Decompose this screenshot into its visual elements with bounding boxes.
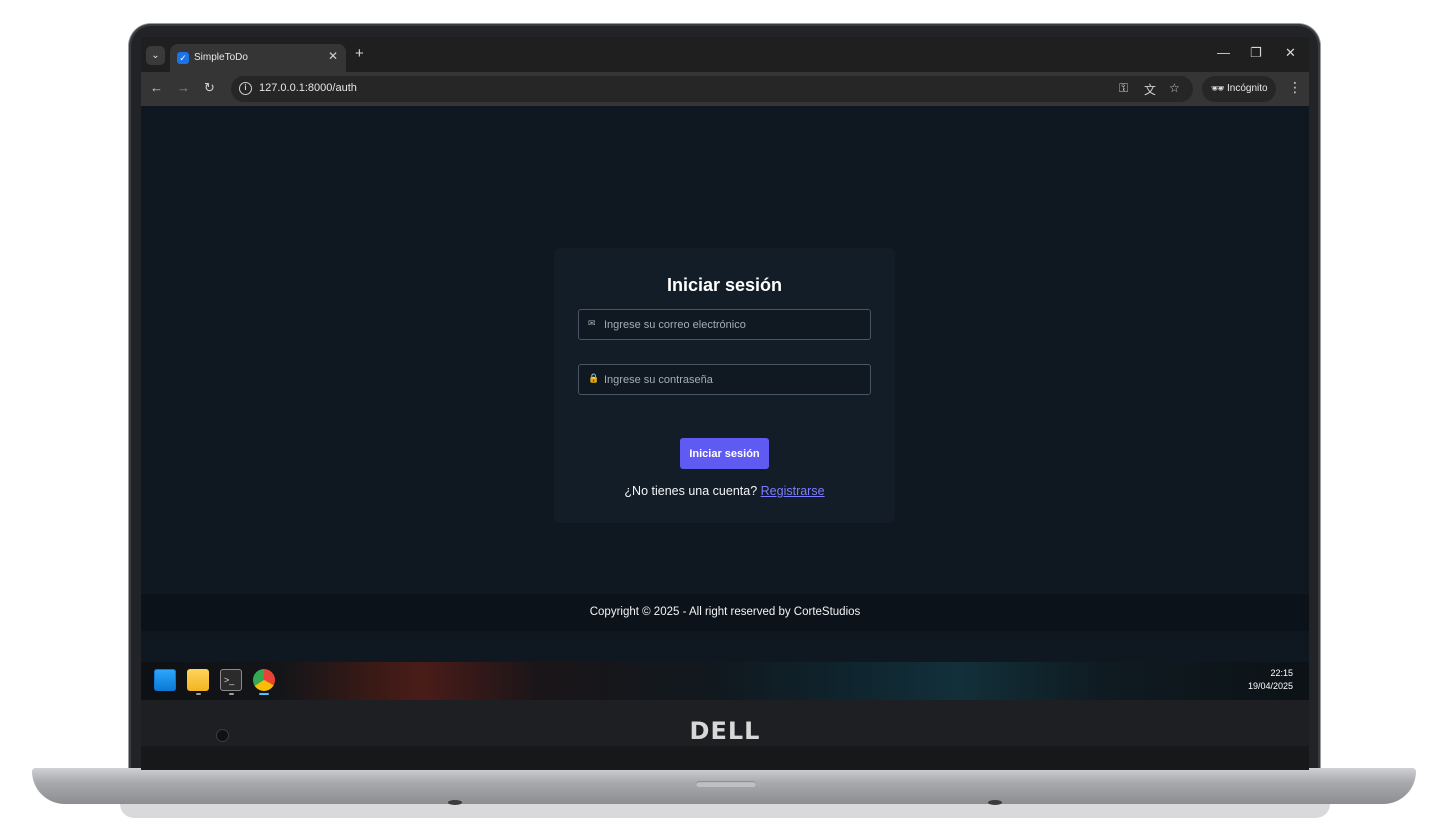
tab-simpletodo[interactable]: ✓ SimpleToDo ✕ — [170, 44, 346, 72]
file-explorer-icon[interactable] — [187, 669, 209, 691]
incognito-profile-button[interactable]: 🕶 Incógnito — [1202, 76, 1276, 102]
running-indicator — [229, 693, 234, 695]
bookmark-star-icon[interactable]: ☆ — [1169, 81, 1180, 95]
dell-logo: DELL — [689, 717, 761, 745]
minimize-icon[interactable]: — — [1217, 45, 1230, 60]
clock-time[interactable]: 22:15 — [1270, 668, 1293, 678]
screen: ⌄ ✓ SimpleToDo ✕ + — ❐ ✕ ← → ↻ i 127.0.0… — [141, 37, 1309, 700]
close-window-icon[interactable]: ✕ — [1285, 45, 1296, 61]
running-indicator — [196, 693, 201, 695]
page-footer: Copyright © 2025 - All right reserved by… — [141, 594, 1309, 631]
tab-search-chevron-icon[interactable]: ⌄ — [146, 46, 165, 65]
screen-bezel-lower — [141, 746, 1309, 770]
clock-date[interactable]: 19/04/2025 — [1248, 681, 1293, 691]
login-button[interactable]: Iniciar sesión — [680, 438, 769, 469]
laptop-base-shadow — [120, 804, 1330, 818]
checkbox-favicon-icon: ✓ — [177, 52, 189, 64]
address-bar[interactable]: i 127.0.0.1:8000/auth ⚿ 文 ☆ — [231, 76, 1193, 102]
page-content: Iniciar sesión ✉ 🔒 Iniciar sesión ¿No ti… — [141, 106, 1309, 662]
password-key-icon[interactable]: ⚿ — [1119, 81, 1128, 96]
site-info-icon[interactable]: i — [239, 82, 252, 95]
login-title: Iniciar sesión — [666, 275, 783, 295]
footer-copyright: Copyright © 2025 - All right reserved by… — [589, 606, 861, 618]
taskbar: >_ 22:15 19/04/2025 — [141, 662, 1309, 700]
active-indicator — [259, 693, 269, 695]
register-prompt: ¿No tienes una cuenta? — [624, 484, 758, 498]
back-icon[interactable]: ← — [150, 80, 163, 95]
password-input[interactable] — [604, 365, 864, 394]
login-card: Iniciar sesión ✉ 🔒 Iniciar sesión ¿No ti… — [554, 248, 895, 523]
new-tab-button[interactable]: + — [355, 46, 364, 61]
password-field[interactable]: 🔒 — [578, 364, 871, 395]
reload-icon[interactable]: ↻ — [204, 80, 215, 96]
browser-menu-icon[interactable]: ⋮ — [1288, 79, 1302, 96]
chrome-icon[interactable] — [253, 669, 275, 691]
browser-toolbar: ← → ↻ i 127.0.0.1:8000/auth ⚿ 文 ☆ 🕶 Incó… — [141, 72, 1309, 106]
address-url: 127.0.0.1:8000/auth — [259, 82, 357, 94]
incognito-label: Incógnito — [1227, 83, 1268, 94]
webcam-icon — [216, 729, 229, 742]
restore-icon[interactable]: ❐ — [1250, 45, 1262, 61]
envelope-icon: ✉ — [588, 318, 596, 328]
email-field[interactable]: ✉ — [578, 309, 871, 340]
email-input[interactable] — [604, 310, 864, 339]
tab-title: SimpleToDo — [194, 52, 248, 63]
terminal-icon[interactable]: >_ — [220, 669, 242, 691]
tab-close-icon[interactable]: ✕ — [328, 49, 338, 63]
incognito-icon: 🕶 — [1211, 83, 1225, 95]
laptop-foot — [448, 800, 462, 805]
register-prompt-line: ¿No tienes una cuenta? Registrarse — [554, 484, 895, 498]
laptop-foot — [988, 800, 1002, 805]
tab-strip: ⌄ ✓ SimpleToDo ✕ + — ❐ ✕ — [141, 37, 1309, 72]
register-link[interactable]: Registrarse — [761, 484, 825, 498]
translate-icon[interactable]: 文 — [1144, 81, 1156, 98]
lock-icon: 🔒 — [588, 373, 600, 383]
laptop-opening-notch — [696, 781, 756, 787]
forward-icon[interactable]: → — [177, 80, 190, 95]
windows-start-icon[interactable] — [154, 669, 176, 691]
